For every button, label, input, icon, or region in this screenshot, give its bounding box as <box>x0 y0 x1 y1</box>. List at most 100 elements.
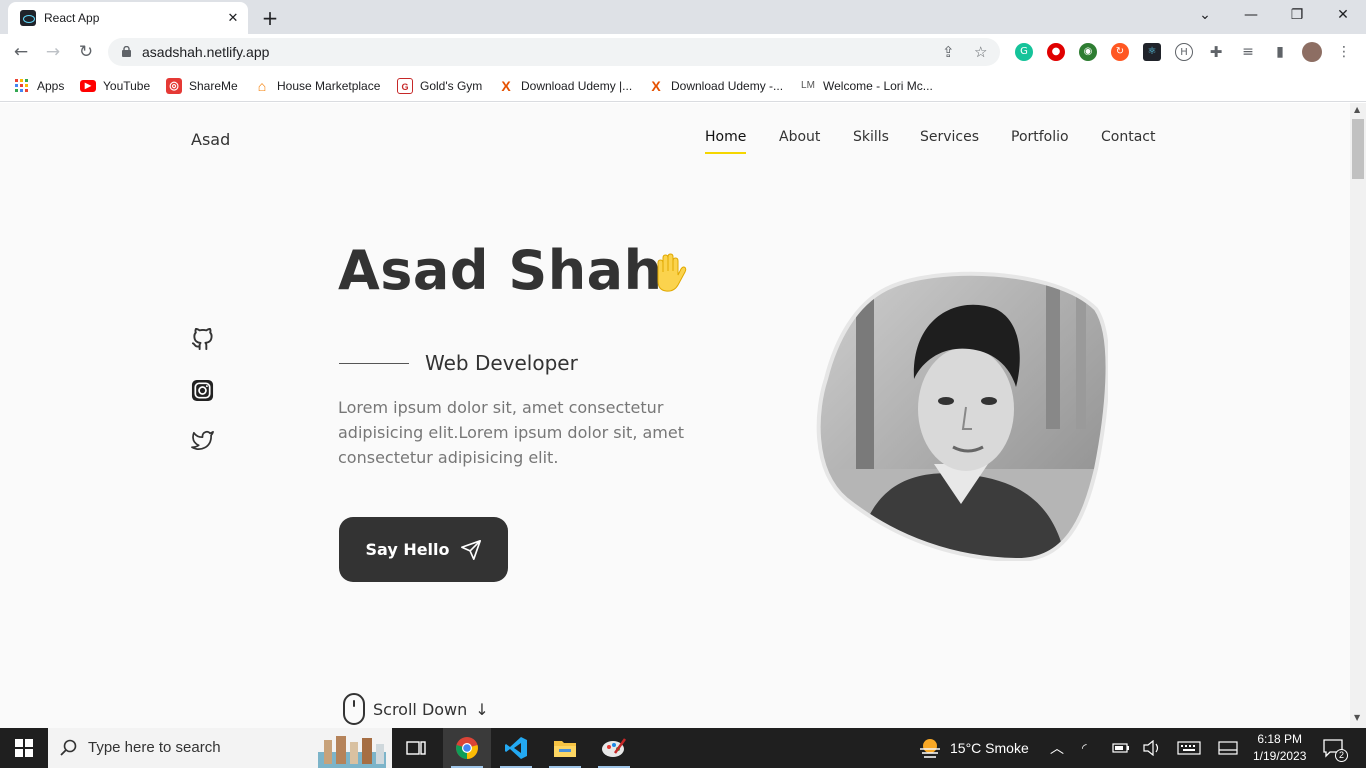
hero-subtitle: Web Developer <box>425 351 578 375</box>
menu-kebab-icon[interactable]: ⋮ <box>1335 43 1353 61</box>
bookmark-star-icon[interactable]: ☆ <box>974 43 987 61</box>
clock-date: 1/19/2023 <box>1253 749 1307 763</box>
react-favicon-icon <box>20 10 36 26</box>
house-icon: ⌂ <box>257 78 267 94</box>
say-hello-label: Say Hello <box>365 540 450 559</box>
github-icon[interactable] <box>191 328 214 351</box>
grammarly-icon[interactable]: G <box>1015 43 1033 61</box>
taskbar-search[interactable]: Type here to search <box>48 728 392 768</box>
say-hello-button[interactable]: Say Hello <box>339 517 508 582</box>
bookmark-label: ShareMe <box>189 79 238 93</box>
nav-services[interactable]: Services <box>920 129 979 145</box>
bookmark-label: Download Udemy -... <box>671 79 784 93</box>
instagram-icon[interactable] <box>191 379 214 402</box>
battery-icon[interactable] <box>1112 728 1130 768</box>
close-tab-icon[interactable]: ✕ <box>224 11 242 26</box>
bookmark-welcome-lori[interactable]: LM Welcome - Lori Mc... <box>800 76 933 96</box>
extension-refresh-icon[interactable]: ↻ <box>1111 43 1129 61</box>
scroll-up-arrow-icon[interactable]: ▲ <box>1354 105 1360 114</box>
golds-gym-icon: G <box>397 78 413 94</box>
nav-home[interactable]: Home <box>705 129 747 154</box>
browser-tab[interactable]: React App ✕ <box>8 2 248 34</box>
subtitle-divider <box>339 363 409 364</box>
youtube-icon: ▶ <box>80 80 96 92</box>
scroll-down[interactable]: Scroll Down ↓ <box>343 693 489 725</box>
close-window-button[interactable]: ✕ <box>1320 0 1366 30</box>
bookmark-label: Download Udemy |... <box>521 79 633 93</box>
media-queue-icon[interactable]: ≡ <box>1239 43 1257 61</box>
forward-button[interactable]: → <box>40 40 66 64</box>
page-scrollbar[interactable]: ▲ ▼ <box>1350 103 1366 728</box>
url-text: asadshah.netlify.app <box>142 44 270 60</box>
search-highlight-illustration-icon <box>318 736 386 768</box>
twitter-icon[interactable] <box>191 429 214 452</box>
nav-portfolio[interactable]: Portfolio <box>1011 129 1069 145</box>
bookmark-apps[interactable]: Apps <box>14 76 64 96</box>
restore-button[interactable]: ❐ <box>1274 0 1320 30</box>
lock-icon <box>122 46 131 57</box>
paint-taskbar-icon[interactable] <box>590 728 638 768</box>
scrollbar-thumb[interactable] <box>1352 119 1364 179</box>
task-view-icon[interactable] <box>392 728 440 768</box>
bookmark-download-udemy-1[interactable]: X Download Udemy |... <box>498 76 632 96</box>
address-bar[interactable]: asadshah.netlify.app ⇪ ☆ <box>108 38 1000 66</box>
file-explorer-taskbar-icon[interactable] <box>541 728 589 768</box>
profile-avatar[interactable] <box>1302 42 1322 62</box>
apps-grid-icon <box>15 79 28 92</box>
arrow-down-icon: ↓ <box>475 699 489 719</box>
bookmark-label: YouTube <box>103 79 151 93</box>
chrome-taskbar-icon[interactable] <box>443 728 491 768</box>
network-icon[interactable]: ◜ <box>1082 728 1087 768</box>
notifications-button[interactable]: 2 <box>1322 728 1348 768</box>
reload-button[interactable]: ↻ <box>73 40 99 64</box>
show-hidden-icons-chevron-icon[interactable]: ︿ <box>1050 728 1064 768</box>
nav-skills[interactable]: Skills <box>853 129 889 145</box>
hero-name: Asad Shah <box>338 239 663 302</box>
clock[interactable]: 6:18 PM 1/19/2023 <box>1253 728 1306 768</box>
bookmark-house-marketplace[interactable]: ⌂ House Marketplace <box>254 76 381 96</box>
new-tab-button[interactable]: + <box>260 6 280 30</box>
scroll-down-label: Scroll Down <box>373 699 468 719</box>
weather-haze-icon <box>920 739 940 758</box>
extensions-puzzle-icon[interactable]: ✚ <box>1207 43 1225 61</box>
shareme-icon: ◎ <box>166 78 182 94</box>
vscode-taskbar-icon[interactable] <box>492 728 540 768</box>
notification-count-badge: 2 <box>1335 749 1348 762</box>
windows-start-icon[interactable] <box>0 728 48 768</box>
react-devtools-icon[interactable]: ⚛ <box>1143 43 1161 61</box>
tab-search-icon[interactable]: ⌄ <box>1182 0 1228 30</box>
profile-photo <box>816 271 1108 561</box>
search-placeholder: Type here to search <box>88 739 221 756</box>
minimize-button[interactable]: — <box>1228 0 1274 30</box>
extension-h-icon[interactable]: H <box>1175 43 1193 61</box>
browser-toolbar: ← → ↻ asadshah.netlify.app ⇪ ☆ G ● ◉ ↻ ⚛… <box>0 34 1366 70</box>
extension-globe-icon[interactable]: ◉ <box>1079 43 1097 61</box>
tab-strip: React App ✕ + ⌄ — ❐ ✕ <box>0 0 1366 34</box>
bookmark-label: House Marketplace <box>277 79 381 93</box>
hero-description: Lorem ipsum dolor sit, amet consectetur … <box>338 398 684 467</box>
windows-taskbar: Type here to search 15°C Smoke ︿ ◜ 6:18 … <box>0 728 1366 768</box>
bookmarks-bar: Apps ▶ YouTube ◎ ShareMe ⌂ House Marketp… <box>0 70 1366 102</box>
bookmark-download-udemy-2[interactable]: X Download Udemy -... <box>648 76 783 96</box>
bookmark-label: Gold's Gym <box>420 79 483 93</box>
lm-icon: LM <box>801 80 815 91</box>
share-icon[interactable]: ⇪ <box>942 43 955 61</box>
side-panel-icon[interactable]: ▮ <box>1271 43 1289 61</box>
nav-about[interactable]: About <box>779 129 820 145</box>
nav-contact[interactable]: Contact <box>1101 129 1155 145</box>
display-icon[interactable] <box>1218 728 1238 768</box>
scroll-down-arrow-icon[interactable]: ▼ <box>1354 713 1360 722</box>
bookmark-golds-gym[interactable]: G Gold's Gym <box>397 76 482 96</box>
weather-widget[interactable]: 15°C Smoke <box>918 728 1029 768</box>
send-icon <box>460 539 481 560</box>
adblock-icon[interactable]: ● <box>1047 43 1065 61</box>
volume-icon[interactable] <box>1143 728 1161 768</box>
weather-text: 15°C Smoke <box>950 740 1029 756</box>
site-logo[interactable]: Asad <box>191 130 230 149</box>
keyboard-icon[interactable] <box>1177 728 1201 768</box>
bookmark-label: Apps <box>37 79 65 93</box>
back-button[interactable]: ← <box>8 40 34 64</box>
clock-time: 6:18 PM <box>1257 732 1303 746</box>
bookmark-youtube[interactable]: ▶ YouTube <box>80 76 150 96</box>
bookmark-shareme[interactable]: ◎ ShareMe <box>166 76 238 96</box>
